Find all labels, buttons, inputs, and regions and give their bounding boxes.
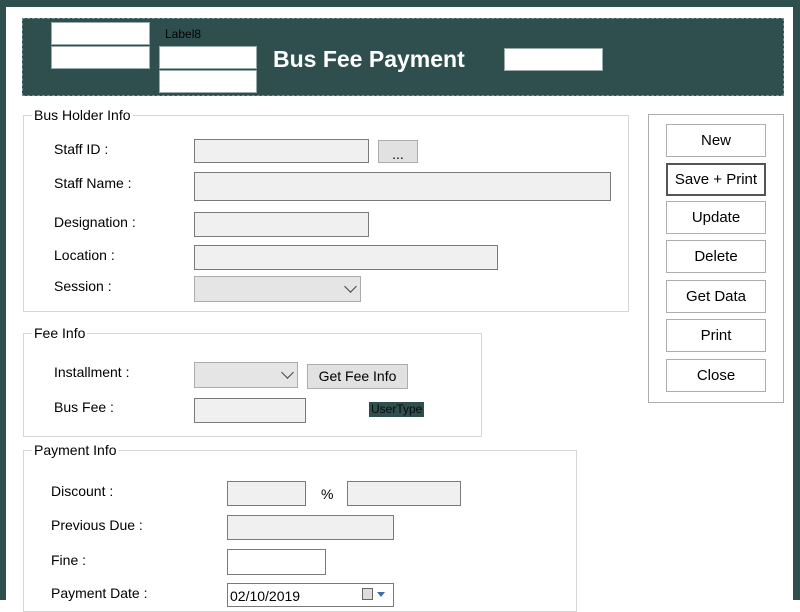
session-label: Session : [54, 278, 112, 294]
payment-date-picker[interactable]: 02/10/2019 [227, 583, 394, 607]
staff-id-label: Staff ID : [54, 141, 109, 157]
update-button[interactable]: Update [666, 201, 766, 234]
staff-id-input[interactable] [194, 139, 369, 163]
header-textbox-5[interactable] [504, 48, 603, 71]
installment-label: Installment : [54, 364, 130, 380]
get-data-button[interactable]: Get Data [666, 280, 766, 313]
chevron-down-icon[interactable] [377, 592, 385, 597]
header-textbox-2[interactable] [51, 46, 150, 69]
chevron-down-icon [344, 280, 357, 293]
delete-button[interactable]: Delete [666, 240, 766, 273]
payment-info-legend: Payment Info [34, 442, 117, 458]
close-button[interactable]: Close [666, 359, 766, 392]
location-input[interactable] [194, 245, 498, 270]
window-border-right [793, 0, 800, 600]
percent-sign: % [321, 486, 334, 502]
new-button[interactable]: New [666, 124, 766, 157]
browse-staff-button[interactable]: ... [378, 140, 418, 163]
session-select[interactable] [194, 276, 361, 302]
window-border-top [0, 0, 800, 7]
designation-input[interactable] [194, 212, 369, 237]
fine-label: Fine : [51, 552, 87, 568]
installment-select[interactable] [194, 362, 298, 388]
staff-name-label: Staff Name : [54, 175, 132, 191]
bus-fee-input[interactable] [194, 398, 306, 423]
label8: Label8 [165, 27, 202, 41]
discount-input[interactable] [227, 481, 306, 506]
save-print-button[interactable]: Save + Print [666, 163, 766, 196]
window-border-left [0, 0, 6, 600]
discount-percent-input[interactable] [347, 481, 461, 506]
user-type-label: UserType [369, 402, 425, 417]
chevron-down-icon [281, 366, 294, 379]
payment-date-value: 02/10/2019 [230, 588, 301, 604]
fine-input[interactable] [227, 549, 326, 575]
previous-due-input[interactable] [227, 515, 394, 540]
payment-date-label: Payment Date : [51, 585, 148, 601]
print-button[interactable]: Print [666, 319, 766, 352]
bus-holder-info-legend: Bus Holder Info [34, 107, 131, 123]
fee-info-legend: Fee Info [34, 325, 86, 341]
calendar-icon[interactable] [362, 588, 373, 600]
discount-label: Discount : [51, 483, 114, 499]
bus-fee-label: Bus Fee : [54, 399, 114, 415]
header-textbox-3[interactable] [159, 46, 257, 69]
page-title: Bus Fee Payment [273, 46, 465, 72]
location-label: Location : [54, 247, 115, 263]
previous-due-label: Previous Due : [51, 517, 143, 533]
designation-label: Designation : [54, 214, 136, 230]
staff-name-input[interactable] [194, 172, 611, 201]
header-textbox-4[interactable] [159, 70, 257, 93]
get-fee-info-button[interactable]: Get Fee Info [307, 364, 408, 389]
header-textbox-1[interactable] [51, 22, 150, 45]
